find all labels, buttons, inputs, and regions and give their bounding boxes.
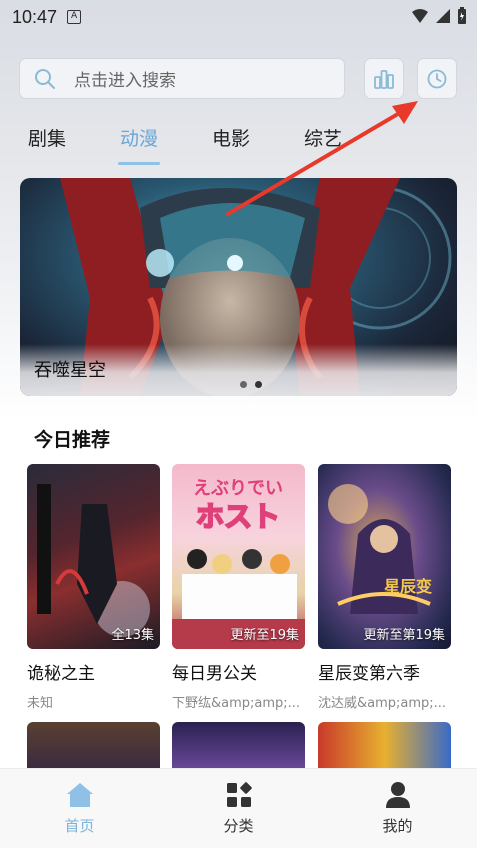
search-placeholder: 点击进入搜索 [74,71,176,91]
card-subtitle: 沈达威&amp;amp;... [318,696,447,711]
tab-series[interactable]: 剧集 [28,124,66,151]
wifi-icon [412,9,428,23]
card-title: 星辰变第六季 [318,664,420,684]
poster-artwork [37,484,150,637]
clock-icon [427,69,447,88]
recommend-card[interactable]: 星辰变 更新至第19集 星辰变第六季 沈达威&amp;amp;... [318,464,451,711]
poster-partial[interactable] [172,722,305,770]
battery-icon [458,7,466,24]
banner-title: 吞噬星空 [34,360,106,381]
bottom-navigation: 首页 分类 我的 [0,768,477,848]
nav-home[interactable]: 首页 [0,769,159,848]
recommend-card[interactable]: えぶりでい ホスト 更新至19集 每日男公关 下野纮&amp;amp;... [172,464,305,711]
history-button[interactable] [418,59,456,98]
carousel-dot[interactable] [240,381,247,388]
tab-movie[interactable]: 电影 [212,124,250,151]
banner-caption: 吞噬星空 [20,344,457,396]
poster-artwork: えぶりでい ホスト [172,478,305,649]
nav-profile-label: 我的 [382,817,413,835]
recommend-card[interactable]: 全13集 诡秘之主 未知 [27,464,160,711]
nav-category[interactable]: 分类 [159,769,318,848]
search-bar[interactable]: 点击进入搜索 [20,59,344,98]
poster-partial[interactable] [318,722,451,770]
tab-anime[interactable]: 动漫 [118,124,161,165]
carousel-indicator [240,381,262,388]
profile-icon [385,782,410,808]
notification-badge: A [67,10,82,24]
card-title: 每日男公关 [172,664,257,684]
svg-text:ホスト: ホスト [196,500,280,533]
episode-badge: 全13集 [111,628,154,643]
poster-artwork: 星辰变 [328,484,432,614]
card-subtitle: 下野纮&amp;amp;... [172,696,301,711]
tab-variety[interactable]: 综艺 [304,124,342,151]
section-title: 今日推荐 [34,429,111,451]
episode-badge: 更新至19集 [230,628,299,643]
poster[interactable]: 星辰变 更新至第19集 [318,464,451,649]
signal-icon [436,9,450,23]
nav-category-label: 分类 [223,817,254,835]
card-title: 诡秘之主 [27,664,95,684]
search-icon [35,68,55,89]
svg-text:星辰变: 星辰变 [384,577,432,596]
poster[interactable]: 全13集 [27,464,160,649]
ranking-button[interactable] [365,59,403,98]
featured-banner[interactable]: 吞噬星空 [20,178,457,396]
status-bar: 10:47 A [0,0,477,34]
poster[interactable]: えぶりでい ホスト 更新至19集 [172,464,305,649]
carousel-dot-active[interactable] [255,381,262,388]
status-time: 10:47 [12,6,58,27]
poster-partial[interactable] [27,722,160,770]
category-icon [226,782,252,807]
bar-chart-icon [374,69,394,89]
nav-home-label: 首页 [64,817,95,835]
card-subtitle: 未知 [27,696,54,711]
episode-badge: 更新至第19集 [363,628,445,643]
svg-text:えぶりでい: えぶりでい [193,478,283,499]
nav-profile[interactable]: 我的 [318,769,477,848]
home-icon [66,783,93,807]
category-tabs: 剧集 动漫 电影 综艺 [28,124,396,165]
status-icons [411,7,467,25]
